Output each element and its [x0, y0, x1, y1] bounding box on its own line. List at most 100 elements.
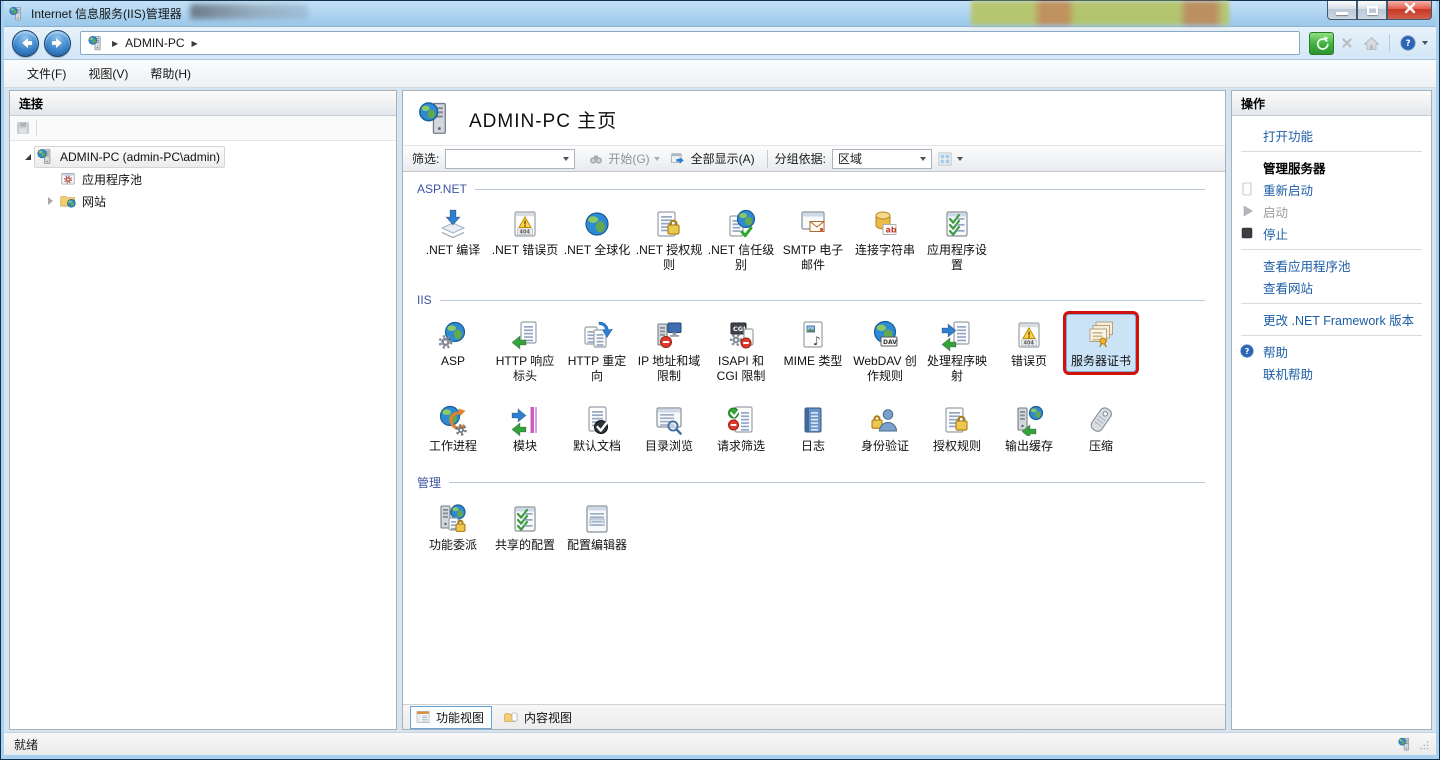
feature-http-redirect[interactable]: HTTP 重定向 — [562, 314, 632, 387]
feature-request-filtering[interactable]: 请求筛选 — [706, 399, 776, 457]
divider — [36, 120, 37, 136]
minimize-button[interactable] — [1327, 1, 1357, 20]
feature-net-trust-levels[interactable]: .NET 信任级别 — [706, 203, 776, 276]
home-button[interactable] — [1359, 32, 1384, 55]
action-label[interactable]: 打开功能 — [1263, 126, 1313, 145]
tree-item-server[interactable]: ADMIN-PC (admin-PC\admin) — [16, 146, 392, 168]
action-help[interactable]: ?帮助 — [1232, 341, 1431, 362]
group-divider — [440, 300, 1205, 301]
close-button[interactable] — [1387, 1, 1432, 20]
action-label[interactable]: 查看应用程序池 — [1263, 256, 1351, 275]
new-connection-icon[interactable] — [15, 120, 31, 136]
stop-refresh-button[interactable] — [1334, 32, 1359, 55]
feature-label: HTTP 重定向 — [563, 354, 631, 384]
feature-asp[interactable]: ASP — [418, 314, 488, 372]
action-start: 启动 — [1232, 201, 1431, 222]
feature-default-document[interactable]: 默认文档 — [562, 399, 632, 457]
feature-output-caching[interactable]: 输出缓存 — [994, 399, 1064, 457]
tab-features-view[interactable]: 功能视图 — [410, 706, 492, 729]
show-all-button[interactable]: 全部显示(A) — [665, 150, 760, 167]
action-label[interactable]: 重新启动 — [1263, 180, 1313, 199]
feature-isapi-cgi-restrictions[interactable]: CGIISAPI 和 CGI 限制 — [706, 314, 776, 387]
action-label[interactable]: 更改 .NET Framework 版本 — [1263, 310, 1414, 329]
group-by-select[interactable]: 区域 — [832, 149, 932, 169]
resize-grip[interactable] — [1417, 738, 1430, 751]
refresh-button[interactable] — [1309, 32, 1334, 55]
action-3-0[interactable]: 更改 .NET Framework 版本 — [1232, 309, 1431, 330]
feature-handler-mappings[interactable]: 处理程序映射 — [922, 314, 992, 387]
menu-item-2[interactable]: 帮助(H) — [139, 60, 202, 87]
feature-smtp-email[interactable]: SMTP 电子邮件 — [778, 203, 848, 276]
go-button[interactable]: 开始(G) — [583, 150, 664, 167]
action-restart[interactable]: 重新启动 — [1232, 179, 1431, 200]
chevron-down-icon[interactable] — [1422, 41, 1428, 45]
forward-button[interactable] — [44, 30, 71, 57]
feature-label: 身份验证 — [861, 439, 909, 454]
feature-server-certificates[interactable]: 服务器证书 — [1066, 314, 1136, 372]
feature-application-settings[interactable]: 应用程序设置 — [922, 203, 992, 276]
connections-panel: 连接 ADMIN-PC (admin-PC\admin)应用程序池网站 — [9, 90, 397, 730]
server-icon — [37, 148, 55, 166]
feature-authorization-rules[interactable]: 授权规则 — [922, 399, 992, 457]
filter-input[interactable] — [445, 149, 575, 169]
action-1-0: 管理服务器 — [1232, 157, 1431, 178]
feature-directory-browsing[interactable]: 目录浏览 — [634, 399, 704, 457]
authorization-rules-icon — [941, 404, 973, 436]
feature-modules[interactable]: 模块 — [490, 399, 560, 457]
status-text: 就绪 — [14, 736, 38, 753]
output-caching-icon — [1013, 404, 1045, 436]
menu-item-0[interactable]: 文件(F) — [16, 60, 77, 87]
breadcrumb[interactable]: ▶ ADMIN-PC ▶ — [80, 31, 1300, 55]
feature-compression[interactable]: 压缩 — [1066, 399, 1136, 457]
action-2-0[interactable]: 查看应用程序池 — [1232, 255, 1431, 276]
maximize-button[interactable] — [1357, 1, 1387, 20]
tree-node[interactable]: ADMIN-PC (admin-PC\admin) — [34, 146, 225, 168]
feature-webdav-authoring[interactable]: DAVWebDAV 创作规则 — [850, 314, 920, 387]
tree-item-sites[interactable]: 网站 — [16, 190, 392, 212]
group-header: ASP.NET — [417, 182, 1225, 196]
maximize-icon — [1367, 6, 1378, 15]
action-0-0[interactable]: 打开功能 — [1232, 125, 1431, 146]
expander-closed-icon[interactable] — [44, 197, 56, 205]
feature-connection-strings[interactable]: ab连接字符串 — [850, 203, 920, 261]
tab-content-view[interactable]: 内容视图 — [498, 706, 580, 729]
feature-mime-types[interactable]: ♪MIME 类型 — [778, 314, 848, 372]
configuration-editor-icon — [581, 503, 613, 535]
feature-net-globalization[interactable]: .NET 全球化 — [562, 203, 632, 261]
action-label[interactable]: 查看网站 — [1263, 278, 1313, 297]
tree-node[interactable]: 应用程序池 — [56, 168, 147, 190]
menu-item-1[interactable]: 视图(V) — [77, 60, 139, 87]
action-stop[interactable]: 停止 — [1232, 223, 1431, 244]
action-label[interactable]: 停止 — [1263, 224, 1288, 243]
tree-item-application-pools[interactable]: 应用程序池 — [16, 168, 392, 190]
server-icon — [88, 35, 105, 52]
tab-label: 内容视图 — [524, 709, 572, 726]
breadcrumb-item-server[interactable]: ADMIN-PC — [125, 36, 184, 50]
feature-net-error-pages[interactable]: 404.NET 错误页 — [490, 203, 560, 261]
tree-node[interactable]: 网站 — [56, 190, 111, 212]
breadcrumb-arrow-icon: ▶ — [112, 39, 118, 48]
feature-label: .NET 错误页 — [492, 243, 558, 258]
feature-worker-processes[interactable]: 工作进程 — [418, 399, 488, 457]
action-4-1[interactable]: 联机帮助 — [1232, 363, 1431, 384]
sites-icon — [59, 192, 77, 210]
feature-authentication[interactable]: 身份验证 — [850, 399, 920, 457]
feature-shared-configuration[interactable]: 共享的配置 — [490, 498, 560, 556]
feature-net-compile[interactable]: .NET 编译 — [418, 203, 488, 261]
help-button[interactable]: ? — [1395, 32, 1420, 55]
action-label[interactable]: 联机帮助 — [1263, 364, 1313, 383]
feature-logging[interactable]: 日志 — [778, 399, 848, 457]
feature-label: WebDAV 创作规则 — [851, 354, 919, 384]
feature-error-pages[interactable]: 404错误页 — [994, 314, 1064, 372]
action-2-1[interactable]: 查看网站 — [1232, 277, 1431, 298]
feature-configuration-editor[interactable]: 配置编辑器 — [562, 498, 632, 556]
feature-http-response-headers[interactable]: HTTP 响应标头 — [490, 314, 560, 387]
breadcrumb-arrow-icon[interactable]: ▶ — [192, 39, 198, 48]
feature-feature-delegation[interactable]: 功能委派 — [418, 498, 488, 556]
action-label[interactable]: 帮助 — [1263, 342, 1288, 361]
expander-open-icon[interactable] — [22, 154, 34, 160]
feature-net-authorization-rules[interactable]: .NET 授权规则 — [634, 203, 704, 276]
view-style-button[interactable] — [932, 151, 968, 167]
feature-ip-restrictions[interactable]: IP 地址和域限制 — [634, 314, 704, 387]
back-button[interactable] — [12, 30, 39, 57]
